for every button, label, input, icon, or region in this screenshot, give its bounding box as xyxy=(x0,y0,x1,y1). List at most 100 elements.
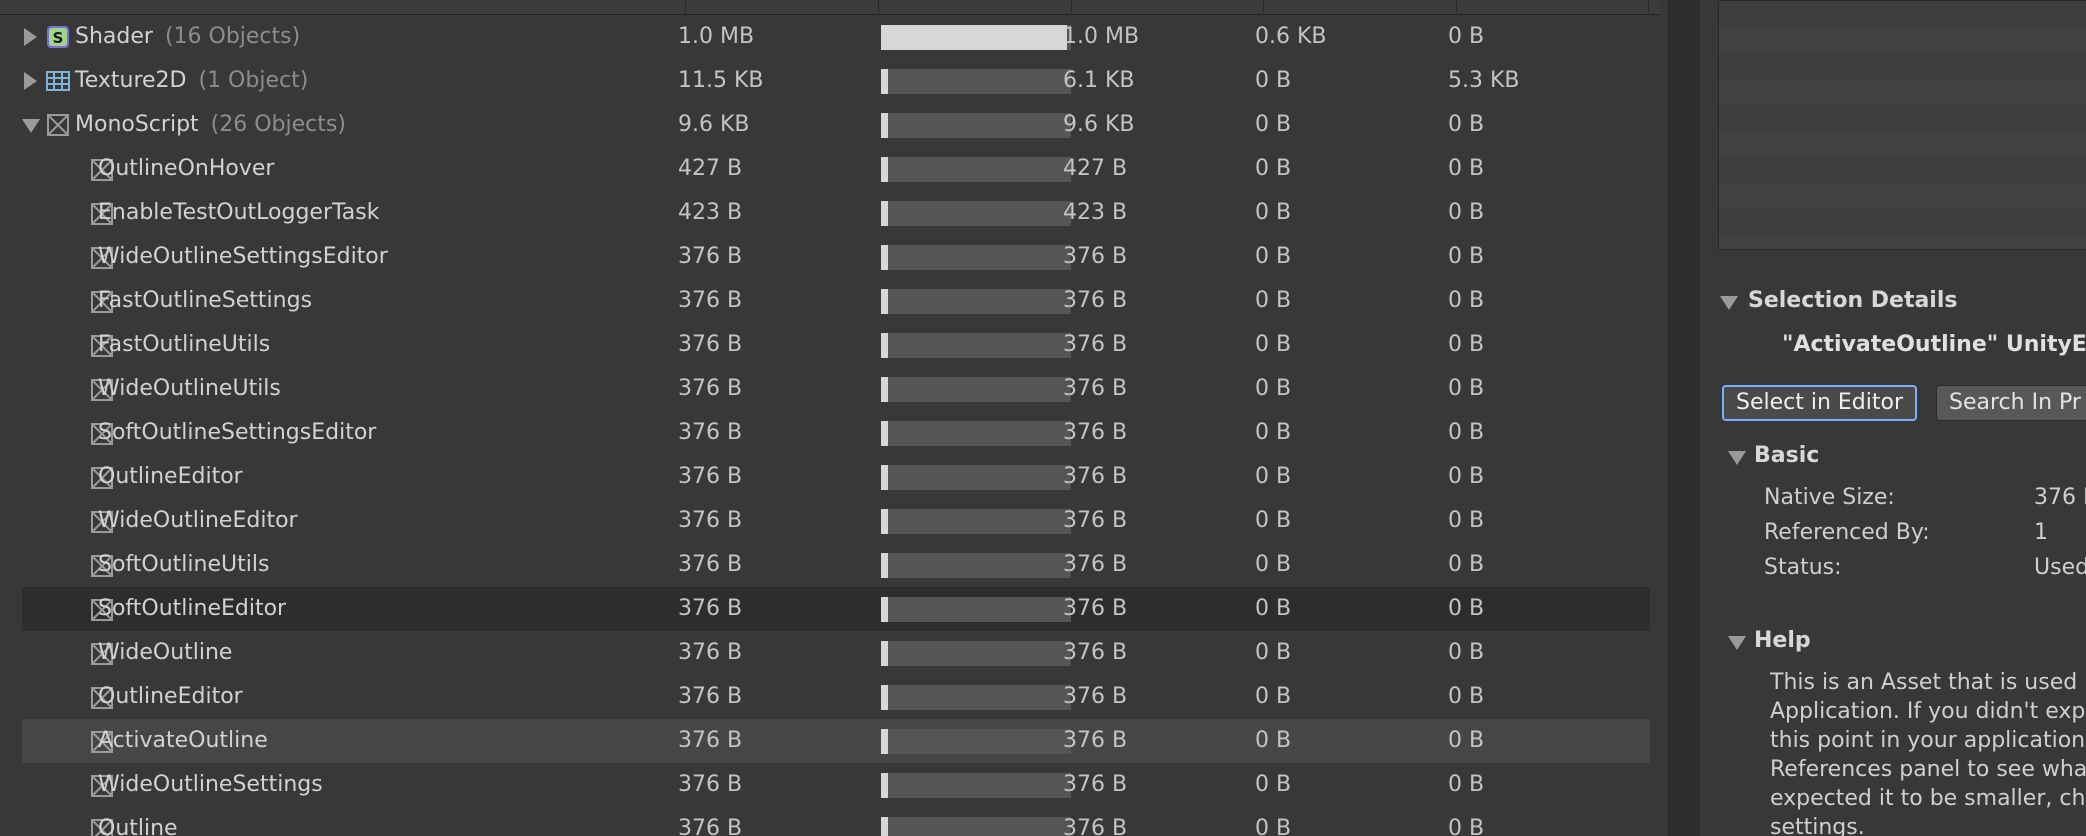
table-row[interactable]: SoftOutlineUtils 376 B 376 B 0 B 0 B xyxy=(22,543,1650,587)
table-row[interactable]: FastOutlineSettings 376 B 376 B 0 B 0 B xyxy=(22,279,1650,323)
table-row[interactable]: SoftOutlineSettingsEditor 376 B 376 B 0 B 0 … xyxy=(22,411,1650,455)
native-size-cell: 376 B xyxy=(1063,728,1128,753)
managed-size-cell: 0 B xyxy=(1255,332,1292,357)
selection-details-collapse-icon[interactable] xyxy=(1720,296,1738,310)
size-cell: 427 B xyxy=(678,156,743,181)
group-name: MonoScript xyxy=(75,112,199,137)
size-bar xyxy=(881,553,1071,578)
object-name: WideOutlineSettings xyxy=(98,772,323,797)
managed-size-cell: 0 B xyxy=(1255,772,1292,797)
tree-group-row[interactable]: MonoScript (26 Objects) 9.6 KB 9.6 KB 0 B 0 B xyxy=(22,103,1650,147)
svg-text:S: S xyxy=(53,29,64,47)
size-bar xyxy=(881,729,1071,754)
panel-splitter[interactable] xyxy=(1668,0,1700,836)
size-bar xyxy=(881,421,1071,446)
table-row[interactable]: OutlineOnHover 427 B 427 B 0 B 0 B xyxy=(22,147,1650,191)
native-size-cell: 376 B xyxy=(1063,244,1128,269)
managed-size-cell: 0 B xyxy=(1255,640,1292,665)
selection-details-heading[interactable]: Selection Details xyxy=(1748,288,1957,313)
native-size-cell: 376 B xyxy=(1063,288,1128,313)
size-bar-fill xyxy=(881,509,888,534)
size-cell: 376 B xyxy=(678,552,743,577)
size-bar-fill xyxy=(881,69,888,94)
size-cell: 9.6 KB xyxy=(678,112,750,137)
native-size-label: Native Size: xyxy=(1764,485,1895,510)
table-row[interactable]: WideOutline 376 B 376 B 0 B 0 B xyxy=(22,631,1650,675)
size-bar-fill xyxy=(881,553,888,578)
expand-arrow-right-icon[interactable] xyxy=(24,28,37,46)
size-bar-fill xyxy=(881,597,888,622)
table-row[interactable]: Outline 376 B 376 B 0 B 0 B xyxy=(22,807,1650,836)
size-bar xyxy=(881,465,1071,490)
native-size-cell: 9.6 KB xyxy=(1063,112,1135,137)
managed-size-cell: 0 B xyxy=(1255,288,1292,313)
table-row[interactable]: SoftOutlineEditor 376 B 376 B 0 B 0 B xyxy=(22,587,1650,631)
table-row[interactable]: WideOutlineSettings 376 B 376 B 0 B 0 B xyxy=(22,763,1650,807)
size-cell: 376 B xyxy=(678,420,743,445)
help-heading[interactable]: Help xyxy=(1754,628,1811,653)
help-line: expected it to be smaller, ch xyxy=(1770,786,2086,811)
gpu-size-cell: 0 B xyxy=(1448,640,1485,665)
size-bar-fill xyxy=(881,245,888,270)
native-size-cell: 376 B xyxy=(1063,640,1128,665)
shader-icon: S xyxy=(46,25,70,49)
size-bar-fill xyxy=(881,421,888,446)
header-column-size-bar[interactable] xyxy=(879,0,1072,15)
managed-size-cell: 0 B xyxy=(1255,156,1292,181)
gpu-size-cell: 0 B xyxy=(1448,376,1485,401)
object-count: (16 Objects) xyxy=(164,24,301,49)
size-bar xyxy=(881,377,1071,402)
native-size-cell: 376 B xyxy=(1063,684,1128,709)
size-bar xyxy=(881,157,1071,182)
native-size-cell: 376 B xyxy=(1063,464,1128,489)
table-row[interactable]: EnableTestOutLoggerTask 423 B 423 B 0 B 0 B xyxy=(22,191,1650,235)
select-in-editor-button[interactable]: Select in Editor xyxy=(1722,385,1918,421)
table-row[interactable]: ActivateOutline 376 B 376 B 0 B 0 B xyxy=(22,719,1650,763)
table-row[interactable]: WideOutlineSettingsEditor 376 B 376 B 0 B 0 … xyxy=(22,235,1650,279)
gpu-size-cell: 0 B xyxy=(1448,552,1485,577)
header-column-gpu[interactable] xyxy=(1457,0,1649,15)
size-cell: 376 B xyxy=(678,596,743,621)
expand-arrow-down-icon[interactable] xyxy=(22,119,40,133)
preview-stripe xyxy=(1719,235,2086,249)
size-bar xyxy=(881,773,1071,798)
tree-group-row[interactable]: Texture2D (1 Object) 11.5 KB 6.1 KB 0 B 5.3 K… xyxy=(22,59,1650,103)
expand-arrow-right-icon[interactable] xyxy=(24,72,37,90)
header-column-managed[interactable] xyxy=(1264,0,1457,15)
table-row[interactable]: FastOutlineUtils 376 B 376 B 0 B 0 B xyxy=(22,323,1650,367)
size-cell: 376 B xyxy=(678,244,743,269)
managed-size-cell: 0 B xyxy=(1255,684,1292,709)
tree-group-row[interactable]: S Shader (16 Objects) 1.0 MB 1.0 MB 0.6 KB 0 B xyxy=(22,15,1650,59)
native-size-cell: 6.1 KB xyxy=(1063,68,1135,93)
preview-stripe xyxy=(1719,1,2086,27)
table-row[interactable]: WideOutlineUtils 376 B 376 B 0 B 0 B xyxy=(22,367,1650,411)
basic-collapse-icon[interactable] xyxy=(1728,451,1746,465)
size-cell: 376 B xyxy=(678,728,743,753)
native-size-cell: 376 B xyxy=(1063,552,1128,577)
header-column-size[interactable] xyxy=(686,0,879,15)
table-row[interactable]: WideOutlineEditor 376 B 376 B 0 B 0 B xyxy=(22,499,1650,543)
header-column-native[interactable] xyxy=(1072,0,1264,15)
header-column-name[interactable] xyxy=(0,0,686,15)
object-tree-table: S Shader (16 Objects) 1.0 MB 1.0 MB 0.6 KB 0 B… xyxy=(0,0,1668,836)
help-collapse-icon[interactable] xyxy=(1728,636,1746,650)
size-bar-fill xyxy=(881,729,888,754)
object-name: EnableTestOutLoggerTask xyxy=(98,200,380,225)
preview-area xyxy=(1718,0,2086,250)
table-row[interactable]: OutlineEditor 376 B 376 B 0 B 0 B xyxy=(22,455,1650,499)
gpu-size-cell: 0 B xyxy=(1448,288,1485,313)
size-cell: 376 B xyxy=(678,816,743,836)
table-row[interactable]: OutlineEditor 376 B 376 B 0 B 0 B xyxy=(22,675,1650,719)
native-size-value: 376 B xyxy=(2034,485,2086,510)
basic-heading[interactable]: Basic xyxy=(1754,443,1819,468)
size-bar-fill xyxy=(881,377,888,402)
size-bar-fill xyxy=(881,465,888,490)
size-cell: 423 B xyxy=(678,200,743,225)
size-cell: 376 B xyxy=(678,332,743,357)
size-bar xyxy=(881,69,1071,94)
gpu-size-cell: 0 B xyxy=(1448,728,1485,753)
size-cell: 376 B xyxy=(678,508,743,533)
size-bar-fill xyxy=(881,157,888,182)
search-in-project-button[interactable]: Search In Pr xyxy=(1936,385,2086,421)
native-size-cell: 376 B xyxy=(1063,508,1128,533)
